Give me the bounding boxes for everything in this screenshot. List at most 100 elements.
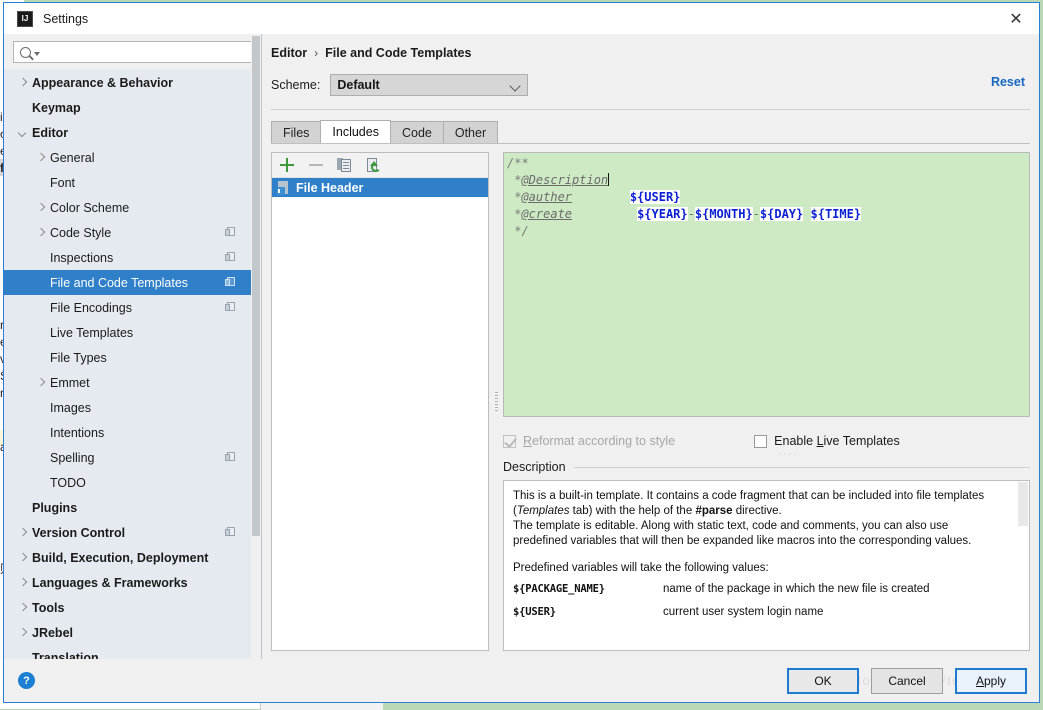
chevron-right-icon[interactable]: [18, 603, 28, 613]
template-list[interactable]: File Header: [272, 178, 488, 650]
chevron-right-icon[interactable]: [18, 578, 28, 588]
sidebar-item-color-scheme[interactable]: Color Scheme: [4, 195, 261, 220]
dialog-buttons: OK Cancel Apply: [787, 667, 1027, 694]
search-box[interactable]: [13, 41, 252, 63]
sidebar-item-images[interactable]: Images: [4, 395, 261, 420]
list-item[interactable]: File Header: [272, 178, 488, 197]
tab-label: Includes: [332, 125, 379, 139]
template-code-editor[interactable]: /** *@Description *@auther ${USER} *@cre…: [503, 152, 1030, 417]
chevron-right-icon[interactable]: [36, 203, 46, 213]
sidebar-item-intentions[interactable]: Intentions: [4, 420, 261, 445]
sidebar-item-label: Build, Execution, Deployment: [32, 550, 209, 565]
template-options-row: Reformat according to style Enable Live …: [503, 426, 1030, 457]
code-token-dash: -: [752, 207, 760, 221]
reset-template-icon[interactable]: [366, 157, 382, 173]
tab-label: Other: [454, 125, 487, 140]
chevron-right-icon[interactable]: [18, 528, 28, 538]
settings-content-pane: Editor › File and Code Templates Reset S…: [262, 34, 1039, 659]
chevron-right-icon[interactable]: [18, 553, 28, 563]
lt-post: ive Templates: [823, 434, 900, 448]
lt-pre: Enable: [774, 434, 817, 448]
sidebar-item-emmet[interactable]: Emmet: [4, 370, 261, 395]
sidebar-item-file-types[interactable]: File Types: [4, 345, 261, 370]
apply-button[interactable]: Apply: [955, 667, 1027, 694]
search-input[interactable]: [40, 44, 251, 60]
description-content: This is a built-in template. It contains…: [504, 481, 1029, 630]
sidebar-item-tools[interactable]: Tools: [4, 595, 261, 620]
ok-button[interactable]: OK: [787, 667, 859, 694]
close-icon[interactable]: ✕: [993, 3, 1039, 34]
sidebar-item-label: File Types: [50, 350, 107, 365]
sidebar-item-appearance-behavior[interactable]: Appearance & Behavior: [4, 70, 261, 95]
apply-mnemonic: A: [975, 673, 984, 688]
dialog-title: Settings: [43, 11, 89, 26]
sidebar-item-file-encodings[interactable]: File Encodings: [4, 295, 261, 320]
sidebar-item-todo[interactable]: TODO: [4, 470, 261, 495]
settings-sidebar: Appearance & Behavior Keymap Editor General…: [4, 34, 262, 659]
sidebar-item-live-templates[interactable]: Live Templates: [4, 320, 261, 345]
template-category-tabs[interactable]: Files Includes Code Other: [262, 120, 1039, 143]
breadcrumb-parent[interactable]: Editor: [271, 46, 307, 60]
project-settings-icon: [225, 527, 236, 538]
sidebar-item-file-and-code-templates[interactable]: File and Code Templates: [4, 270, 261, 295]
panel-splitter[interactable]: [489, 152, 503, 651]
breadcrumb: Editor › File and Code Templates: [262, 40, 1039, 66]
resize-grip-icon[interactable]: [778, 453, 801, 457]
project-settings-icon: [225, 277, 236, 288]
sidebar-item-translation[interactable]: Translation: [4, 645, 261, 660]
desc-p1-em: Templates: [516, 505, 570, 517]
sidebar-item-inspections[interactable]: Inspections: [4, 245, 261, 270]
chevron-down-icon[interactable]: [18, 128, 28, 138]
reformat-mnemonic: R: [523, 434, 533, 448]
sidebar-item-editor[interactable]: Editor: [4, 120, 261, 145]
description-paragraph-3: Predefined variables will take the follo…: [513, 562, 769, 574]
chevron-right-icon[interactable]: [18, 78, 28, 88]
sidebar-item-label: Languages & Frameworks: [32, 575, 188, 590]
sidebar-item-spelling[interactable]: Spelling: [4, 445, 261, 470]
scheme-value: Default: [337, 78, 380, 92]
copy-template-icon[interactable]: [337, 157, 353, 173]
code-token-comment: /**: [507, 156, 529, 170]
add-template-icon[interactable]: [279, 157, 295, 173]
sidebar-item-label: Translation: [32, 650, 99, 660]
sidebar-item-font[interactable]: Font: [4, 170, 261, 195]
help-icon[interactable]: ?: [18, 672, 35, 689]
reset-link[interactable]: Reset: [991, 75, 1025, 89]
live-templates-option[interactable]: Enable Live Templates: [754, 434, 900, 457]
description-paragraph-1: This is a built-in template. It contains…: [513, 489, 1003, 519]
settings-tree[interactable]: Appearance & Behavior Keymap Editor General…: [4, 69, 261, 659]
sidebar-item-general[interactable]: General: [4, 145, 261, 170]
chevron-right-icon[interactable]: [36, 228, 46, 238]
cancel-button[interactable]: Cancel: [871, 667, 943, 694]
chevron-right-icon[interactable]: [36, 378, 46, 388]
description-scrollbar[interactable]: [1018, 482, 1028, 649]
tab-code[interactable]: Code: [389, 121, 444, 143]
sidebar-item-code-style[interactable]: Code Style: [4, 220, 261, 245]
code-token-var: ${MONTH}: [694, 207, 753, 221]
variable-description: current user system login name: [663, 606, 824, 618]
chevron-right-icon[interactable]: [36, 153, 46, 163]
enable-live-templates-checkbox[interactable]: [754, 434, 768, 448]
settings-dialog: IJ Settings ✕ Appearance & Behavior Keyma…: [3, 2, 1040, 703]
sidebar-scrollbar-thumb[interactable]: [252, 36, 260, 536]
code-line: *@Description: [507, 172, 1029, 189]
sidebar-item-keymap[interactable]: Keymap: [4, 95, 261, 120]
sidebar-item-label: TODO: [50, 475, 86, 490]
code-line: */: [507, 223, 1029, 240]
sidebar-item-build-execution-deployment[interactable]: Build, Execution, Deployment: [4, 545, 261, 570]
description-scrollbar-thumb[interactable]: [1018, 482, 1028, 526]
sidebar-item-plugins[interactable]: Plugins: [4, 495, 261, 520]
scheme-dropdown[interactable]: Default: [330, 74, 529, 96]
sidebar-item-languages-frameworks[interactable]: Languages & Frameworks: [4, 570, 261, 595]
tab-files[interactable]: Files: [271, 121, 322, 143]
tab-other[interactable]: Other: [442, 121, 499, 143]
sidebar-item-version-control[interactable]: Version Control: [4, 520, 261, 545]
code-token-var: ${DAY}: [759, 207, 804, 221]
sidebar-item-jrebel[interactable]: JRebel: [4, 620, 261, 645]
sidebar-scrollbar[interactable]: [251, 34, 261, 659]
chevron-right-icon[interactable]: [18, 628, 28, 638]
tab-includes[interactable]: Includes: [320, 120, 391, 143]
chevron-down-icon: [509, 80, 522, 92]
